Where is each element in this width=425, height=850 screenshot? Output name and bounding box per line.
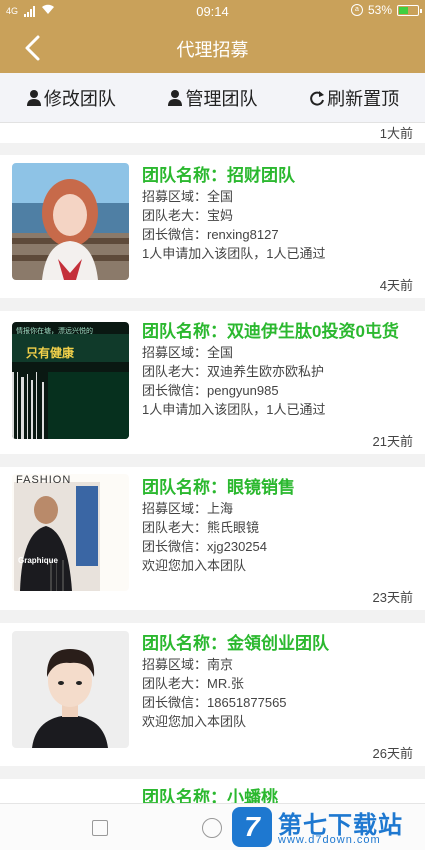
photo-cartoon-man-image (12, 631, 129, 748)
refresh-top-label: 刷新置顶 (327, 88, 400, 109)
list-item[interactable]: 团队名称：金領创业团队 招募区域：南京 团队老大：MR.张 团长微信：18651… (0, 623, 425, 766)
manage-team-label: 管理团队 (185, 88, 258, 109)
post-time: 21天前 (372, 434, 413, 449)
watermark-logo: 7 第七下载站 www.d7down.com (230, 805, 425, 850)
manage-team-button[interactable]: 管理团队 (167, 85, 257, 111)
team-thumbnail[interactable]: FASHION Graphique (12, 474, 129, 591)
thumb-slogan: 只有健康 (26, 346, 75, 360)
post-time: 4天前 (379, 278, 413, 293)
team-thumbnail[interactable] (12, 787, 129, 803)
thumb-caption: FASHION (16, 474, 72, 486)
team-status: 1人申请加入该团队，1人已通过 (142, 402, 326, 417)
photo-health-image (12, 322, 129, 439)
team-status: 欢迎您加入本团队 (142, 558, 247, 573)
team-wechat: 团长微信：18651877565 (142, 695, 287, 710)
post-time: 26天前 (372, 746, 413, 761)
user-icon (167, 89, 183, 107)
list-item[interactable]: 团队名称：小蟠桃 (0, 779, 425, 803)
list-item[interactable]: 团队名称：招财团队 招募区域：全国 团队老大：宝妈 团长微信：renxing81… (0, 155, 425, 298)
team-list[interactable]: 1大前 团队名称：招财团队 招募区域：全国 团队老大：宝妈 团长微信：renxi… (0, 123, 425, 803)
app-header: 4G 09:14 a 53% 代理招募 (0, 0, 425, 73)
team-region: 招募区域：全国 (142, 189, 234, 204)
list-item[interactable]: 情报你在塘，漂远兴悦的 只有健康 团队名称：双迪伊生肽0投资0屯货 招募区域：全… (0, 311, 425, 454)
team-status: 1人申请加入该团队，1人已通过 (142, 246, 326, 261)
team-name: 团队名称：小蟠桃 (142, 788, 278, 803)
watermark-url: www.d7down.com (278, 834, 381, 846)
battery-group: a 53% (350, 3, 422, 17)
team-thumbnail[interactable]: 情报你在塘，漂远兴悦的 只有健康 (12, 322, 129, 439)
list-item-partial-top: 1大前 (0, 123, 425, 143)
team-wechat: 团长微信：pengyun985 (142, 383, 279, 398)
user-icon (26, 89, 42, 107)
edit-team-button[interactable]: 修改团队 (26, 85, 116, 111)
team-wechat: 团长微信：renxing8127 (142, 227, 279, 242)
page-title: 代理招募 (176, 40, 249, 60)
battery-percent: 53% (367, 3, 392, 17)
post-time: 23天前 (372, 590, 413, 605)
team-boss: 团队老大：双迪养生欧亦欧私护 (142, 364, 325, 379)
thumb-slogan: Graphique (18, 556, 59, 565)
team-boss: 团队老大：MR.张 (142, 676, 244, 691)
team-info: 团队名称：双迪伊生肽0投资0屯货 招募区域：全国 团队老大：双迪养生欧亦欧私护 … (142, 321, 419, 419)
action-toolbar: 修改团队 管理团队 刷新置顶 (0, 73, 425, 123)
team-name: 团队名称：招财团队 (142, 166, 295, 185)
team-info: 团队名称：眼镜销售 招募区域：上海 团队老大：熊氏眼镜 团长微信：xjg2302… (142, 477, 419, 575)
list-item[interactable]: FASHION Graphique 团队名称：眼镜销售 招募区域：上海 团队老大… (0, 467, 425, 610)
photo-girl-image (12, 163, 129, 280)
edit-team-label: 修改团队 (43, 88, 116, 109)
team-name: 团队名称：金領创业团队 (142, 634, 329, 653)
photo-fashion-image (12, 474, 129, 591)
refresh-icon (309, 89, 325, 107)
team-thumbnail[interactable] (12, 163, 129, 280)
photo-cartoon-image (12, 787, 129, 803)
team-status: 欢迎您加入本团队 (142, 714, 247, 729)
rotation-lock-icon: a (350, 4, 363, 16)
recent-apps-button[interactable] (92, 820, 108, 836)
refresh-top-button[interactable]: 刷新置顶 (309, 85, 399, 111)
team-name: 团队名称：眼镜销售 (142, 478, 295, 497)
battery-fill (399, 6, 408, 14)
team-name: 团队名称：双迪伊生肽0投资0屯货 (142, 322, 399, 341)
team-info: 团队名称：金領创业团队 招募区域：南京 团队老大：MR.张 团长微信：18651… (142, 633, 419, 731)
team-region: 招募区域：全国 (142, 345, 234, 360)
team-thumbnail[interactable] (12, 631, 129, 748)
team-region: 招募区域：上海 (142, 501, 234, 516)
team-boss: 团队老大：熊氏眼镜 (142, 520, 260, 535)
team-wechat: 团长微信：xjg230254 (142, 539, 267, 554)
team-info: 团队名称：招财团队 招募区域：全国 团队老大：宝妈 团长微信：renxing81… (142, 165, 419, 263)
battery-icon (397, 4, 422, 16)
status-bar: 4G 09:14 a 53% (0, 0, 425, 22)
watermark-badge: 7 (232, 807, 272, 847)
post-time: 1大前 (379, 126, 413, 141)
team-region: 招募区域：南京 (142, 657, 234, 672)
home-button[interactable] (202, 818, 222, 838)
team-info: 团队名称：小蟠桃 (142, 787, 419, 803)
thumb-caption: 情报你在塘，漂远兴悦的 (16, 328, 93, 335)
team-boss: 团队老大：宝妈 (142, 208, 234, 223)
